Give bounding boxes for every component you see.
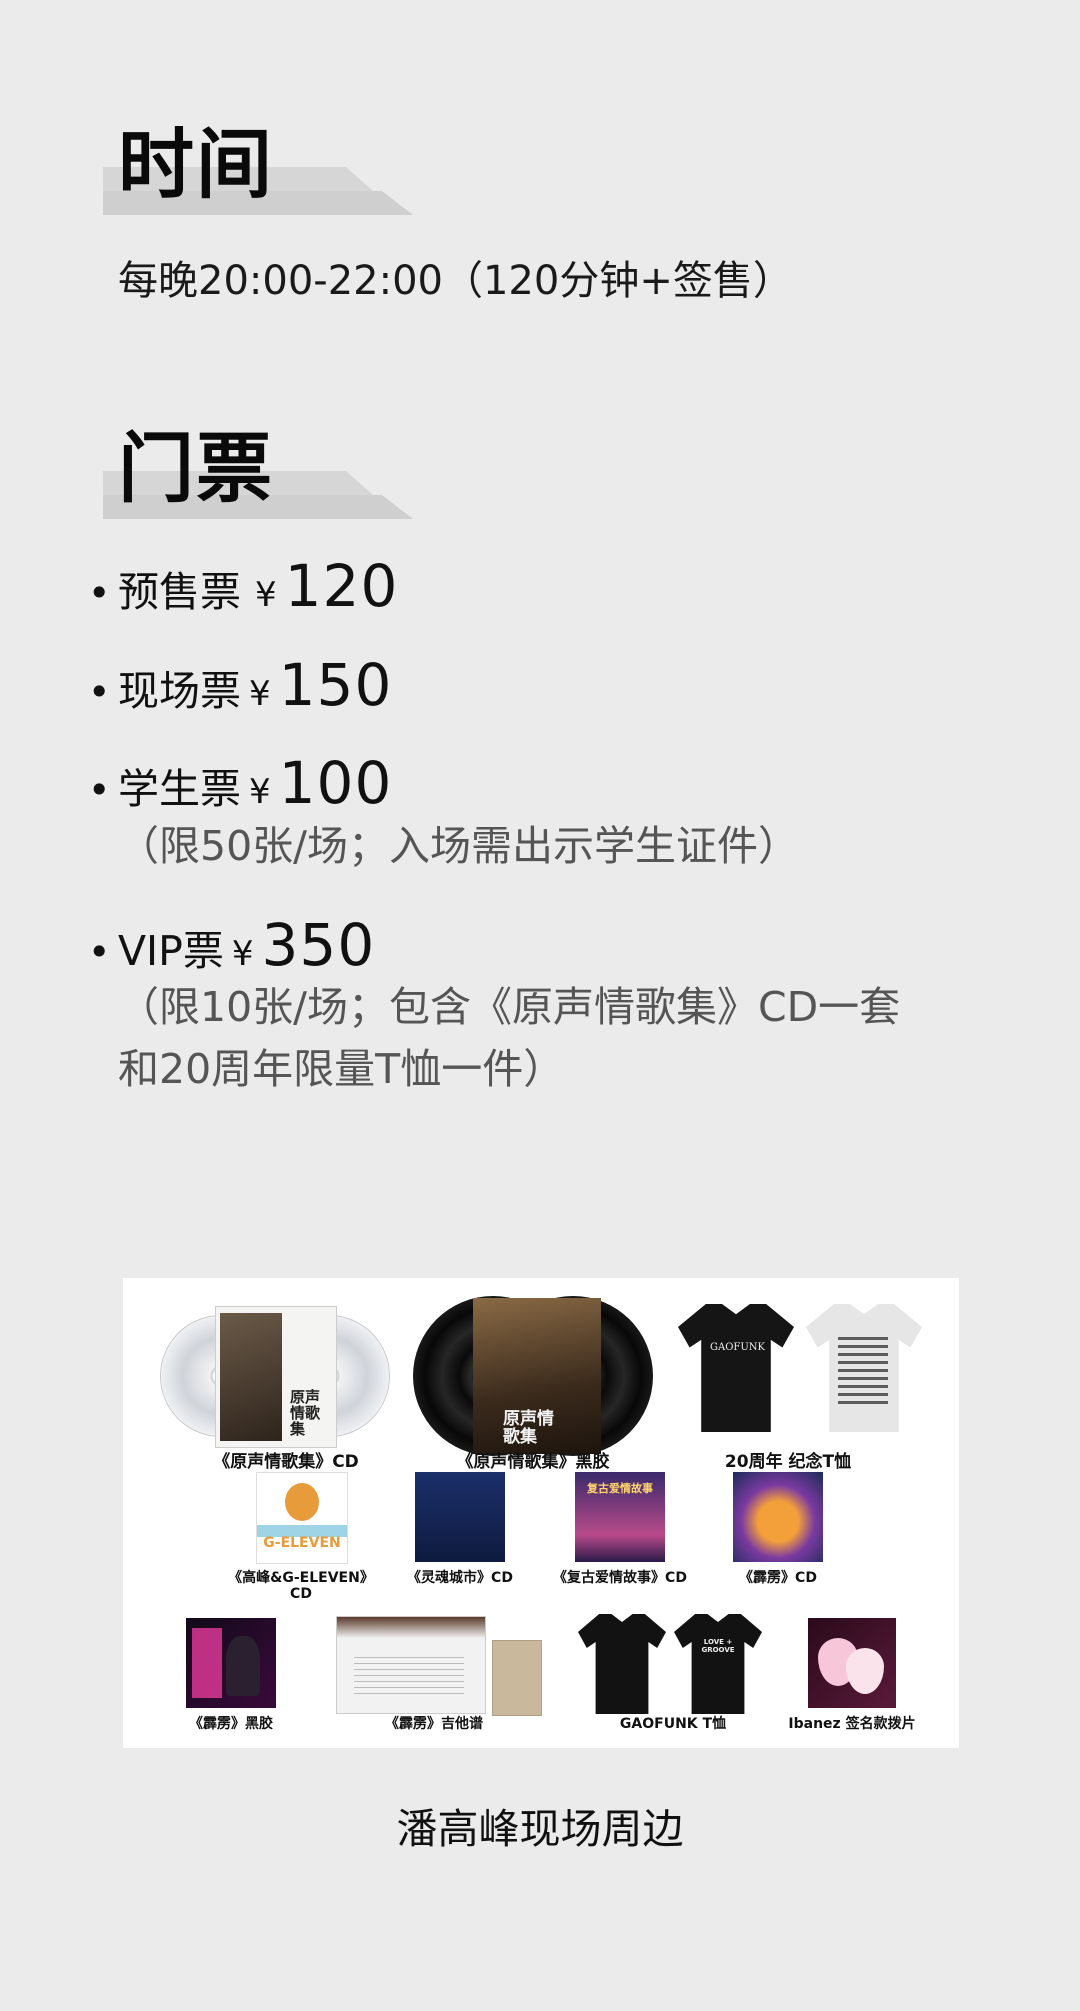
merch-caption: 《霹雳》CD	[739, 1570, 817, 1586]
bullet-icon: •	[88, 930, 111, 974]
tshirt-icon	[578, 1614, 666, 1714]
merch-caption: 20周年 纪念T恤	[724, 1452, 852, 1472]
merch-ibanez-picks	[808, 1618, 896, 1708]
tee-print: GAOFUNK	[710, 1342, 765, 1353]
ticket-onsite: • 现场票 ¥ 150	[88, 651, 392, 719]
merch-caption-line-2: CD	[290, 1586, 312, 1602]
ticket-presale: • 预售票 ¥ 120	[88, 552, 398, 620]
merch-gaofunk-tees: LOVE + GROOVE	[578, 1614, 768, 1714]
ticket-name: VIP票	[118, 927, 224, 975]
ticket-price: 350	[261, 911, 376, 979]
ticket-vip: • VIP票 ¥ 350	[88, 911, 375, 979]
merch-caption: 《原声情歌集》CD	[213, 1452, 359, 1472]
bullet-icon: •	[88, 670, 111, 714]
ticket-student: • 学生票 ¥ 100	[88, 749, 392, 817]
merch-image: 原声情歌集 《原声情歌集》CD 原声情歌集 《原声情歌集》黑胶 GAOFUNK …	[123, 1278, 959, 1748]
ticket-name: 现场票	[118, 667, 241, 715]
merch-soul-city-cd	[415, 1472, 505, 1562]
album-cover: 原声情歌集	[215, 1306, 337, 1448]
currency-symbol: ¥	[255, 575, 277, 615]
ticket-price: 100	[278, 749, 393, 817]
currency-symbol: ¥	[249, 674, 271, 714]
ticket-name: 学生票	[118, 765, 241, 813]
ticket-price: 150	[278, 651, 393, 719]
merch-caption: 《霹雳》黑胶	[189, 1716, 273, 1732]
merch-pili-vinyl	[186, 1618, 276, 1708]
ticket-vip-note-line-1: （限10张/场；包含《原声情歌集》CD一套	[118, 983, 901, 1031]
tshirt-icon	[674, 1614, 762, 1714]
time-section-title: 时间	[118, 120, 274, 209]
merch-caption: 《原声情歌集》黑胶	[456, 1452, 610, 1472]
merch-cd-original: 原声情歌集	[161, 1306, 391, 1448]
bullet-icon: •	[88, 768, 111, 812]
currency-symbol: ¥	[249, 772, 271, 812]
cover-title: 原声情歌集	[503, 1409, 554, 1447]
merch-caption: 《高峰&G-ELEVEN》	[228, 1570, 374, 1586]
merch-pili-cd	[733, 1472, 823, 1562]
tshirt-icon	[678, 1304, 794, 1432]
cover-title: G-ELEVEN	[263, 1535, 341, 1551]
merch-caption: Ibanez 签名款拨片	[788, 1716, 916, 1732]
tee-print: LOVE + GROOVE	[701, 1638, 735, 1654]
merch-pili-guitar-book	[336, 1616, 542, 1716]
ticket-vip-note-line-2: 和20周年限量T恤一件）	[118, 1045, 565, 1093]
ticket-name: 预售票	[118, 568, 241, 616]
ticket-student-note: （限50张/场；入场需出示学生证件）	[118, 822, 799, 870]
currency-symbol: ¥	[231, 934, 254, 974]
merch-vinyl-original: 原声情歌集	[413, 1296, 653, 1456]
album-cover: 原声情歌集	[473, 1298, 601, 1454]
merch-section-caption: 潘高峰现场周边	[396, 1805, 684, 1853]
cover-title: 原声情歌集	[290, 1388, 321, 1438]
merch-retro-love-cd: 复古爱情故事	[575, 1472, 665, 1562]
ticket-price: 120	[284, 552, 399, 620]
time-schedule-text: 每晚20:00-22:00（120分钟+签售）	[118, 258, 793, 304]
merch-caption: 《灵魂城市》CD	[407, 1570, 513, 1586]
merch-anniversary-tees: GAOFUNK	[678, 1304, 928, 1434]
merch-caption: 《复古爱情故事》CD	[553, 1570, 687, 1586]
cover-title: 复古爱情故事	[587, 1482, 653, 1495]
merch-caption: 《霹雳》吉他谱	[385, 1716, 483, 1732]
bullet-icon: •	[88, 571, 111, 615]
merch-caption: GAOFUNK T恤	[619, 1716, 727, 1732]
merch-gaofeng-geleven-cd: G-ELEVEN	[256, 1472, 348, 1564]
ticket-section-title: 门票	[118, 424, 274, 513]
